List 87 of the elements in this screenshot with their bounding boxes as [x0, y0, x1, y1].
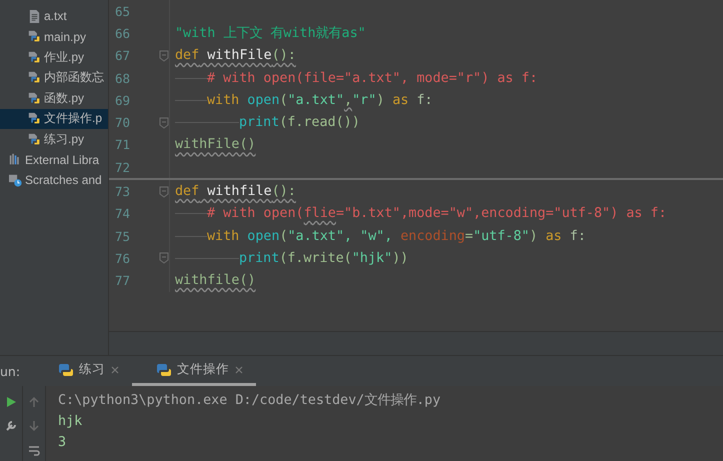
code-token: # with open(file="a.txt", mode="r") as f: — [207, 70, 538, 86]
line-number: 72 — [114, 160, 132, 175]
python-file-icon — [28, 50, 41, 65]
python-file-icon — [28, 70, 41, 86]
line-number: 68 — [114, 70, 132, 86]
python-file-icon — [28, 111, 41, 126]
python-file-icon — [28, 132, 41, 147]
code-token: (): — [272, 184, 296, 200]
project-item[interactable]: 文件操作.p — [0, 108, 108, 129]
code-token: = — [465, 228, 474, 244]
code-token: (f.read()) — [279, 115, 360, 130]
code-token: (f.write( — [279, 250, 352, 266]
code-token: print — [239, 250, 280, 266]
fold-marker-icon[interactable] — [159, 252, 169, 264]
fold-marker-icon[interactable] — [159, 50, 169, 62]
line-number: 71 — [114, 137, 132, 152]
code-token: as — [546, 228, 562, 244]
line-number: 70 — [114, 115, 132, 130]
fold-marker-icon[interactable] — [159, 186, 169, 198]
project-item[interactable]: External Libra — [0, 150, 108, 170]
code-token: f: — [568, 228, 586, 244]
project-item[interactable]: Scratches and — [0, 170, 108, 190]
python-file-icon — [28, 29, 41, 44]
code-token: ) — [530, 228, 539, 244]
up-arrow-icon[interactable] — [28, 396, 40, 408]
code-token: def — [175, 184, 200, 200]
code-token: f: — [416, 92, 433, 108]
code-token: open — [246, 228, 280, 244]
fold-marker-icon[interactable] — [159, 116, 169, 129]
line-number: 66 — [114, 26, 132, 41]
code-token: with — [207, 228, 240, 244]
line-number: 76 — [114, 250, 132, 266]
code-token: ) — [376, 92, 386, 108]
project-item[interactable]: a.txt — [0, 6, 108, 26]
line-number: 75 — [114, 228, 132, 244]
code-token: , — [344, 92, 352, 108]
code-token: "a.txt" — [288, 92, 344, 108]
console-line: 3 — [58, 434, 68, 452]
line-number: 69 — [114, 92, 132, 108]
wrap-icon[interactable] — [28, 444, 40, 456]
code-token: "a.txt", "w", — [288, 228, 394, 244]
code-token: encoding — [400, 228, 465, 244]
project-item[interactable]: main.py — [0, 26, 108, 47]
project-item[interactable]: 练习.py — [0, 129, 108, 150]
project-item[interactable]: 作业.py — [0, 47, 108, 68]
close-icon[interactable] — [234, 364, 244, 374]
play-icon[interactable] — [5, 396, 17, 408]
code-token: withfile — [206, 184, 272, 200]
code-token: "hjk" — [352, 250, 392, 266]
code-token: withfile() — [175, 273, 256, 288]
code-token: with — [207, 92, 240, 108]
code-token: "utf-8" — [473, 228, 530, 244]
code-token: open — [246, 92, 280, 108]
code-token: (): — [272, 48, 296, 64]
down-arrow-icon[interactable] — [28, 420, 40, 432]
library-icon — [9, 152, 22, 168]
code-token: def — [175, 48, 200, 64]
run-label: un: — [0, 364, 20, 378]
wrench-icon[interactable] — [5, 420, 17, 432]
code-token: print — [239, 115, 280, 130]
python-file-icon — [28, 90, 41, 106]
python-icon — [58, 362, 74, 378]
code-token: # with open( — [207, 206, 304, 222]
code-token: flie — [304, 206, 336, 222]
project-item[interactable]: 内部函数忘 — [0, 68, 108, 88]
code-token: withFile — [206, 48, 272, 64]
console-line: C:\python3\python.exe D:/code/testdev/文件操作.py — [58, 392, 442, 410]
code-token: ( — [280, 92, 288, 108]
line-number: 67 — [114, 48, 132, 64]
close-icon[interactable] — [110, 364, 120, 374]
project-item[interactable]: 函数.py — [0, 88, 108, 108]
console-line: hjk — [58, 413, 84, 431]
text-file-icon — [28, 8, 41, 24]
code-token: )) — [392, 250, 408, 266]
code-token: ="b.txt",mode="w",encoding="utf-8") as f: — [336, 206, 667, 222]
python-icon — [156, 362, 172, 378]
code-token: "r" — [352, 92, 376, 108]
scratch-clock-icon — [9, 172, 22, 188]
code-token: "with 上下文 有with就有as" — [175, 24, 366, 42]
line-number: 73 — [114, 184, 132, 200]
run-tab[interactable]: 练习 — [34, 356, 132, 386]
code-token: as — [392, 92, 409, 108]
line-number: 77 — [114, 273, 132, 288]
code-token: ( — [280, 228, 288, 244]
line-number: 65 — [114, 4, 132, 19]
code-token: withFile() — [175, 137, 256, 152]
line-number: 74 — [114, 206, 132, 222]
